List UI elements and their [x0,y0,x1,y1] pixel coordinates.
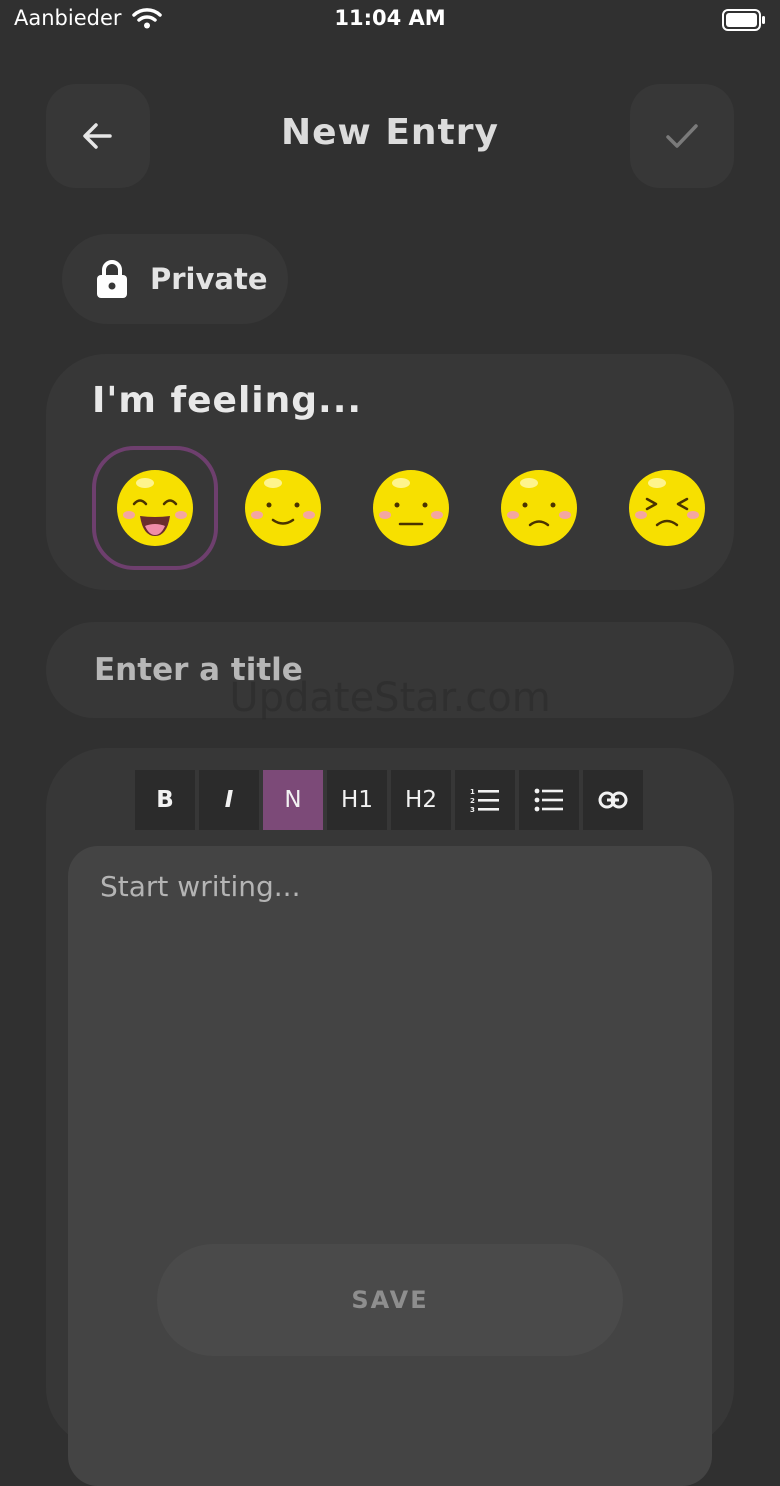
bold-button[interactable]: B [135,770,195,830]
mood-sad-button[interactable] [476,446,602,570]
watermark: UpdateStar.com [229,675,551,721]
bold-label: B [156,787,174,813]
very-happy-face-icon [117,470,193,546]
normal-label: N [284,787,302,813]
body-editor [68,846,712,1486]
happy-face-icon [245,470,321,546]
heading1-label: H1 [341,787,373,813]
link-button[interactable] [583,770,643,830]
mood-heading: I'm feeling... [92,380,363,421]
ordered-list-button[interactable]: 1 2 3 [455,770,515,830]
bullet-list-button[interactable] [519,770,579,830]
format-toolbar: B I N H1 H2 1 2 3 [135,770,643,830]
lock-icon [97,260,127,298]
privacy-toggle[interactable]: Private [62,234,288,324]
checkmark-icon [666,124,698,148]
mood-happy-button[interactable] [220,446,346,570]
bullet-list-icon [534,788,563,812]
save-button[interactable]: SAVE [157,1244,623,1356]
neutral-face-icon [373,470,449,546]
very-sad-face-icon [629,470,705,546]
status-bar: Aanbieder 11:04 AM [0,0,780,40]
sad-face-icon [501,470,577,546]
mood-neutral-button[interactable] [348,446,474,570]
svg-text:1: 1 [470,788,475,796]
italic-button[interactable]: I [199,770,259,830]
battery-icon [722,9,765,31]
privacy-label: Private [150,262,268,296]
ordered-list-icon: 1 2 3 [470,788,499,813]
mood-very-happy-button[interactable] [92,446,218,570]
mood-picker: I'm feeling... [46,354,734,590]
mood-very-sad-button[interactable] [604,446,730,570]
heading2-button[interactable]: H2 [391,770,451,830]
link-icon [598,791,628,809]
svg-text:2: 2 [470,797,475,805]
heading2-label: H2 [405,787,437,813]
italic-label: I [224,787,234,813]
body-input[interactable] [98,868,682,1232]
status-time: 11:04 AM [334,6,446,30]
confirm-button[interactable] [630,84,734,188]
heading1-button[interactable]: H1 [327,770,387,830]
normal-text-button[interactable]: N [263,770,323,830]
svg-text:3: 3 [470,806,475,813]
